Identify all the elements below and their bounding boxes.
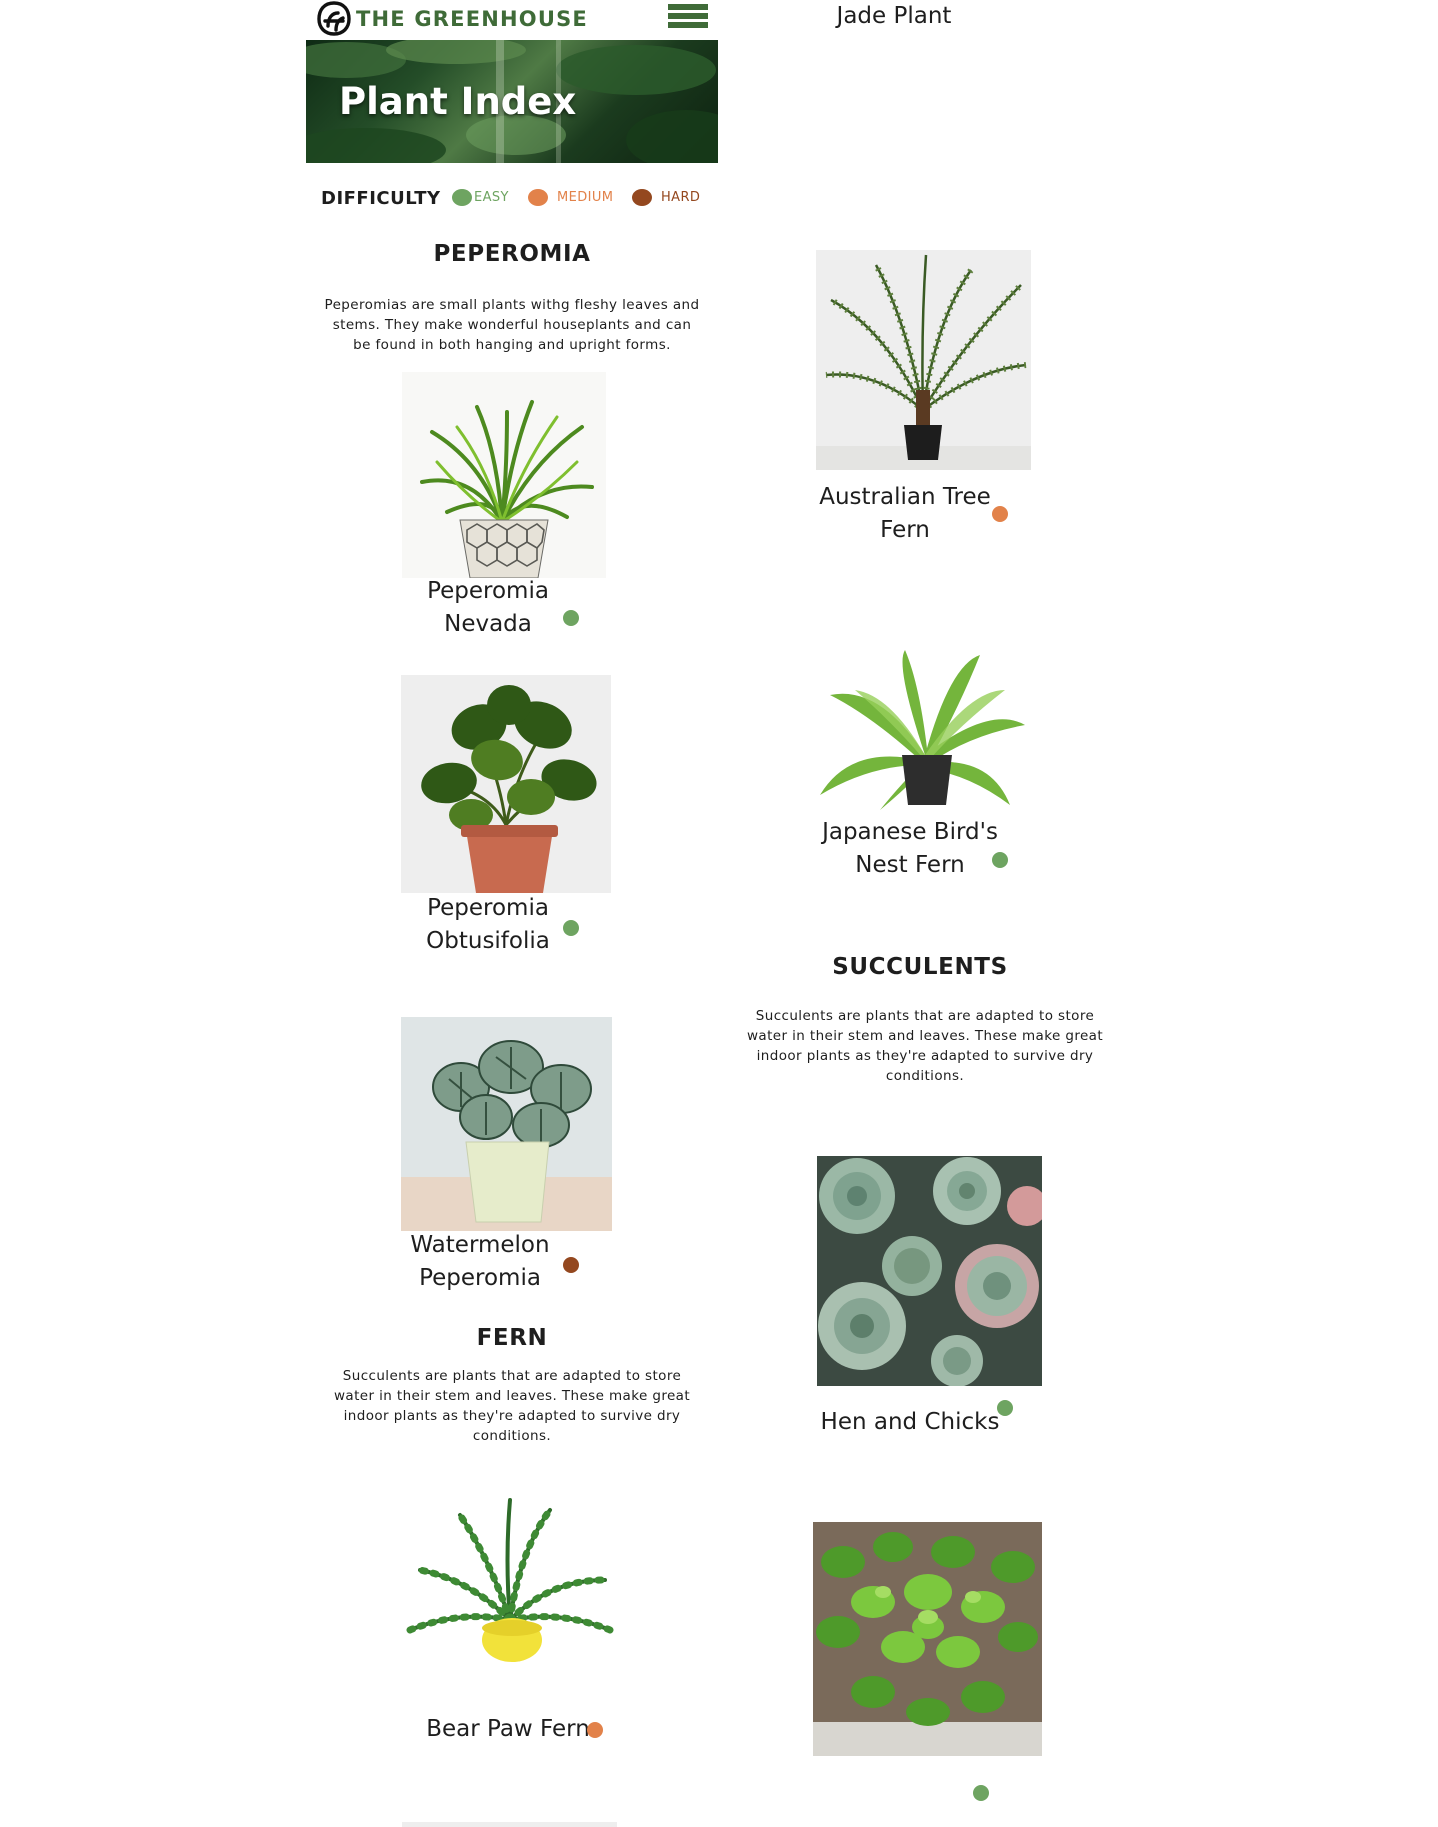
peperomia-nevada-image[interactable] xyxy=(402,372,606,578)
bear-paw-fern-image[interactable] xyxy=(400,1490,620,1670)
difficulty-medium-dot-icon xyxy=(992,506,1008,522)
difficulty-easy-dot-icon xyxy=(563,920,579,936)
legend-easy-label: EASY xyxy=(474,190,509,205)
peperomia-obtusifolia-image[interactable] xyxy=(401,675,611,893)
japanese-birds-nest-fern-image[interactable] xyxy=(810,645,1030,815)
difficulty-hard-dot-icon xyxy=(563,1257,579,1273)
hen-and-chicks-image[interactable] xyxy=(817,1156,1042,1386)
hard-dot-icon xyxy=(632,189,652,206)
watermelon-peperomia-image[interactable] xyxy=(401,1017,612,1231)
section-description-fern: Succulents are plants that are adapted t… xyxy=(333,1368,691,1444)
easy-dot-icon xyxy=(452,189,472,206)
plant-name-bear-paw-fern[interactable]: Bear Paw Fern xyxy=(408,1713,608,1746)
plant-name-japanese-birds-nest-fern[interactable]: Japanese Bird's Nest Fern xyxy=(810,816,1010,882)
legend-hard: HARD xyxy=(632,189,700,206)
legend-hard-label: HARD xyxy=(661,190,701,205)
section-description-succulents: Succulents are plants that are adapted t… xyxy=(746,1008,1104,1084)
medium-dot-icon xyxy=(528,189,548,206)
hero-banner: Plant Index xyxy=(306,40,718,163)
greenhouse-logo-icon[interactable] xyxy=(316,0,352,36)
page-title: Plant Index xyxy=(339,80,577,123)
difficulty-legend-title: DIFFICULTY xyxy=(321,188,441,209)
plant-name-peperomia-nevada[interactable]: Peperomia Nevada xyxy=(398,575,578,641)
difficulty-easy-dot-icon xyxy=(992,852,1008,868)
legend-medium: MEDIUM xyxy=(528,189,613,206)
difficulty-medium-dot-icon xyxy=(587,1722,603,1738)
plant-name-hen-and-chicks[interactable]: Hen and Chicks xyxy=(810,1406,1010,1439)
plant-name-peperomia-obtusifolia[interactable]: Peperomia Obtusifolia xyxy=(398,892,578,958)
plant-name-watermelon-peperomia[interactable]: Watermelon Peperomia xyxy=(390,1229,570,1295)
australian-tree-fern-image[interactable] xyxy=(816,250,1031,470)
legend-medium-label: MEDIUM xyxy=(557,190,614,205)
difficulty-easy-dot-icon xyxy=(563,610,579,626)
next-plant-image-edge xyxy=(402,1822,617,1827)
section-title-peperomia: PEPEROMIA xyxy=(433,241,591,267)
difficulty-easy-dot-icon xyxy=(997,1400,1013,1416)
section-title-fern: FERN xyxy=(476,1325,548,1351)
plant-name-jade-plant[interactable]: Jade Plant xyxy=(794,0,994,33)
brand-name[interactable]: THE GREENHOUSE xyxy=(356,7,588,31)
legend-easy: EASY xyxy=(452,189,509,206)
plant-name-australian-tree-fern[interactable]: Australian Tree Fern xyxy=(810,481,1000,547)
difficulty-easy-dot-icon xyxy=(973,1785,989,1801)
section-description-peperomia: Peperomias are small plants withg fleshy… xyxy=(324,297,700,353)
section-title-succulents: SUCCULENTS xyxy=(832,954,1008,980)
hamburger-menu-icon[interactable] xyxy=(668,4,708,32)
jade-plant-image[interactable] xyxy=(813,1522,1042,1756)
